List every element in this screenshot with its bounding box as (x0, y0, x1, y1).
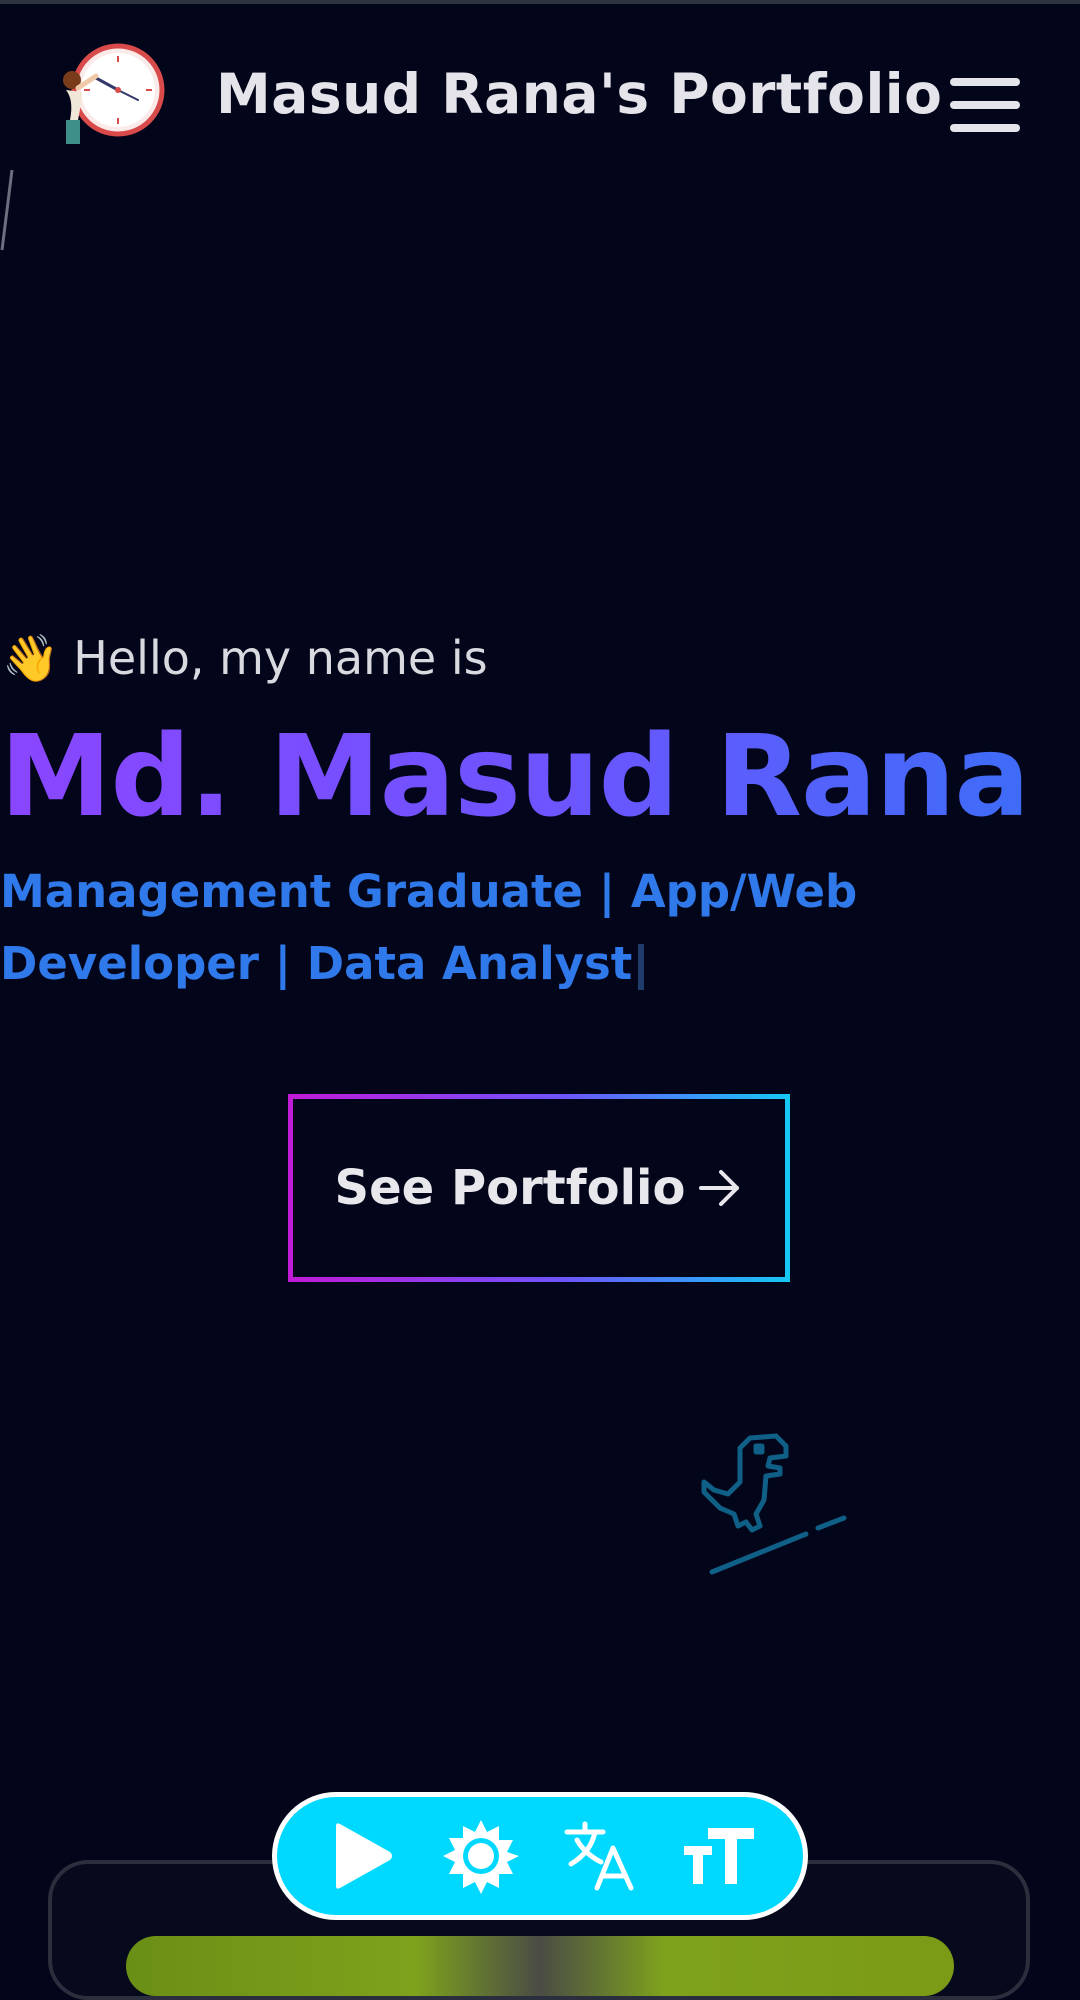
see-portfolio-label: See Portfolio (334, 1160, 686, 1216)
play-button[interactable] (317, 1811, 407, 1901)
hamburger-menu-icon[interactable] (950, 74, 1022, 136)
translate-icon (564, 1821, 634, 1891)
logo-icon[interactable] (52, 40, 170, 152)
see-portfolio-button[interactable]: See Portfolio (288, 1094, 790, 1282)
roles-text: Management Graduate | App/Web Developer … (0, 865, 858, 990)
text-size-icon (683, 1828, 754, 1884)
typing-caret (638, 944, 645, 990)
greeting-text: Hello, my name is (73, 631, 488, 685)
play-icon (336, 1823, 393, 1889)
floating-toolbar (272, 1792, 808, 1920)
profile-image (126, 1936, 954, 1996)
waving-hand-icon: 👋 (2, 630, 60, 685)
hero-name: Md. Masud Rana (0, 712, 1030, 842)
theme-toggle-button[interactable] (436, 1811, 526, 1901)
arrow-right-icon (699, 1170, 740, 1206)
site-header: Masud Rana's Portfolio (0, 4, 1080, 180)
decorative-line (0, 169, 14, 251)
sun-icon (442, 1820, 519, 1894)
translate-button[interactable] (554, 1811, 644, 1901)
dinosaur-skateboard-icon (701, 1433, 847, 1575)
greeting: 👋 Hello, my name is (2, 628, 488, 688)
hero-roles: Management Graduate | App/Web Developer … (0, 856, 900, 1000)
site-title[interactable]: Masud Rana's Portfolio (216, 62, 942, 126)
text-size-button[interactable] (673, 1811, 763, 1901)
